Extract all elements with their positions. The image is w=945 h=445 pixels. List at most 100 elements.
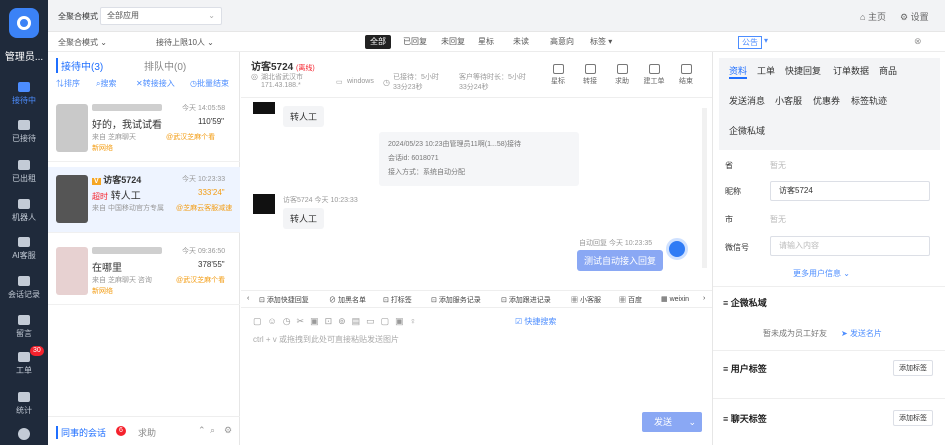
search-button[interactable]: ⌕搜索	[96, 78, 116, 89]
tab-orders[interactable]: 订单数据	[833, 64, 869, 77]
input-toolbar-icons[interactable]: ▢☺◷✂▣⊡⊚▤▭▢▣♀	[253, 316, 422, 327]
wechat-input[interactable]: 请输入内容	[770, 236, 930, 256]
send-card-link[interactable]: ➤ 发送名片	[841, 328, 882, 339]
tab-queue[interactable]: 排队中(0)	[144, 58, 186, 73]
help-tab[interactable]: 求助	[138, 426, 156, 439]
agent-avatar	[666, 238, 688, 260]
list-item[interactable]: 今天 14:05:58 好的，我试试看 110'59" 来自 芝麻聊天 @武汉芝…	[48, 96, 240, 162]
tag-button[interactable]: ⊡ 打标签	[383, 295, 412, 305]
avatar	[56, 175, 88, 223]
top-bar: 全聚合模式 全部应用 ⌄ ⌂ 主页 ⚙ 设置	[48, 0, 945, 32]
tab-quick-reply[interactable]: 快捷回复	[785, 64, 821, 77]
nav-serving[interactable]: 接待中	[0, 82, 48, 106]
weixin-label: weixin	[669, 296, 690, 303]
nav-rented[interactable]: 已出租	[0, 160, 48, 184]
add-chat-tag-button[interactable]: 添加标签	[893, 410, 933, 426]
nav-records[interactable]: 会话记录	[0, 276, 48, 300]
collapse-icon[interactable]: ⌃	[198, 425, 206, 436]
tab-starred[interactable]: 星标	[473, 35, 499, 49]
tab-replied[interactable]: 已回复	[398, 35, 432, 49]
nav-robot[interactable]: 机器人	[0, 199, 48, 223]
search-icon[interactable]: ⌕	[210, 425, 215, 436]
chat-title: 访客5724 (离线)	[251, 58, 315, 73]
wechat-tag-icon: V	[92, 178, 101, 185]
nickname-input[interactable]: 访客5724	[770, 181, 930, 201]
close-icon[interactable]: ⊗	[914, 36, 922, 47]
user-avatar-icon[interactable]	[18, 428, 30, 440]
tag-label: 打标签	[390, 297, 412, 304]
sort-button[interactable]: ⇅排序	[56, 78, 80, 89]
public-tag[interactable]: 公告	[738, 36, 762, 49]
tab-intent[interactable]: 高意向	[545, 35, 579, 49]
nav-messages[interactable]: 留言	[0, 315, 48, 339]
user-tags-text: 用户标签	[730, 364, 767, 374]
settings-link[interactable]: ⚙ 设置	[900, 10, 929, 23]
message-input[interactable]: ctrl + v 或拖拽到此处可直接粘贴发送图片	[253, 334, 399, 345]
wait-value: 33分24秒	[459, 84, 489, 91]
tab-coupons[interactable]: 优惠券	[813, 94, 840, 107]
home-link[interactable]: ⌂ 主页	[860, 10, 886, 23]
visitor-avatar	[253, 194, 275, 214]
scroll-left-icon[interactable]: ‹	[247, 295, 249, 302]
scrollbar[interactable]	[702, 108, 707, 268]
org-name[interactable]: 管理员...	[0, 48, 48, 63]
nav-ai[interactable]: AI客服	[0, 237, 48, 261]
transfer-chat-button[interactable]: 转接	[579, 64, 601, 86]
visitor-name: V 访客5724	[92, 173, 141, 186]
batch-end-button[interactable]: ◷批量结束	[190, 78, 229, 89]
scroll-right-icon[interactable]: ›	[703, 295, 705, 302]
nav-label: AI客服	[12, 251, 36, 260]
colleague-sessions[interactable]: 同事的会话	[56, 426, 106, 439]
os-icon: ▭	[336, 79, 343, 86]
conv-tag: @武汉芝麻个看	[166, 134, 216, 141]
baidu-button[interactable]: ▦ 百度	[619, 295, 642, 305]
followup-label: 添加跟进记录	[508, 297, 551, 304]
input-area: ▢☺◷✂▣⊡⊚▤▭▢▣♀ ☑ 快捷搜索 ctrl + v 或拖拽到此处可直接粘贴…	[241, 308, 712, 445]
nav-stats[interactable]: 统计	[0, 392, 48, 416]
tab-unread[interactable]: 未读	[508, 35, 534, 49]
more-user-info[interactable]: 更多用户信息 ⌄	[793, 268, 850, 279]
tab-products[interactable]: 商品	[879, 64, 897, 77]
add-user-tag-button[interactable]: 添加标签	[893, 360, 933, 376]
followup-button[interactable]: ⊡ 添加跟进记录	[501, 295, 551, 305]
nav-served[interactable]: 已接待	[0, 120, 48, 144]
end-button[interactable]: 结束	[675, 64, 697, 86]
tab-wework[interactable]: 企微私域	[729, 124, 765, 137]
tab-tags[interactable]: 标签 ▾	[585, 35, 617, 49]
settings-icon[interactable]: ⚙	[224, 425, 232, 436]
wait-label: 客户等待时长：5小时	[459, 74, 526, 81]
tab-send-message[interactable]: 发送消息	[729, 94, 765, 107]
tab-serving[interactable]: 接待中(3)	[56, 58, 103, 73]
weixin-button[interactable]: ▦ weixin	[661, 295, 689, 303]
help-button[interactable]: 求助	[611, 64, 633, 86]
tab-tag-track[interactable]: 标签轨迹	[851, 94, 887, 107]
list-item[interactable]: 今天 09:36:50 在哪里 378'55" 来自 芝麻聊天 咨询 @武汉芝麻…	[48, 239, 240, 305]
tab-profile[interactable]: 资料	[729, 64, 748, 79]
records-icon	[18, 276, 30, 286]
create-ticket-button[interactable]: 建工单	[643, 64, 665, 86]
conv-tag: @武汉芝麻个看	[176, 277, 226, 284]
mini-service-button[interactable]: ▦ 小客服	[571, 295, 601, 305]
ticket-icon	[18, 352, 30, 362]
star-label: 星标	[551, 78, 565, 85]
left-nav: 管理员... 接待中 已接待 已出租 机器人 AI客服 会话记录 留言 工单 3…	[0, 0, 48, 445]
conv-time: 今天 10:23:33	[182, 176, 226, 183]
add-quick-reply-button[interactable]: ⊡ 添加快捷回复	[259, 295, 309, 305]
blacklist-button[interactable]: ⊘ 加黑名单	[329, 295, 366, 305]
tab-tickets[interactable]: 工单	[757, 64, 775, 77]
offline-tag: (离线)	[296, 65, 315, 72]
mode-dropdown[interactable]: 全聚合模式 ⌄	[58, 37, 107, 48]
list-item[interactable]: V 访客5724 今天 10:23:33 超时 转人工 333'24" 来自 中…	[48, 167, 240, 233]
quick-search-toggle[interactable]: ☑ 快捷搜索	[515, 316, 556, 327]
service-record-button[interactable]: ⊡ 添加服务记录	[431, 295, 481, 305]
send-button[interactable]: 发送 ⌄	[642, 412, 702, 432]
ticket-icon	[648, 64, 660, 74]
limit-dropdown[interactable]: 接待上限10人 ⌄	[156, 37, 214, 48]
app-select[interactable]: 全部应用 ⌄	[100, 7, 222, 25]
tab-unreplied[interactable]: 未回复	[436, 35, 470, 49]
tab-mini-service[interactable]: 小客服	[775, 94, 802, 107]
tab-all[interactable]: 全部	[365, 35, 391, 49]
transfer-button[interactable]: ✕转接接入	[136, 78, 175, 89]
chat-tags-text: 聊天标签	[730, 414, 767, 424]
star-button[interactable]: 星标	[547, 64, 569, 86]
